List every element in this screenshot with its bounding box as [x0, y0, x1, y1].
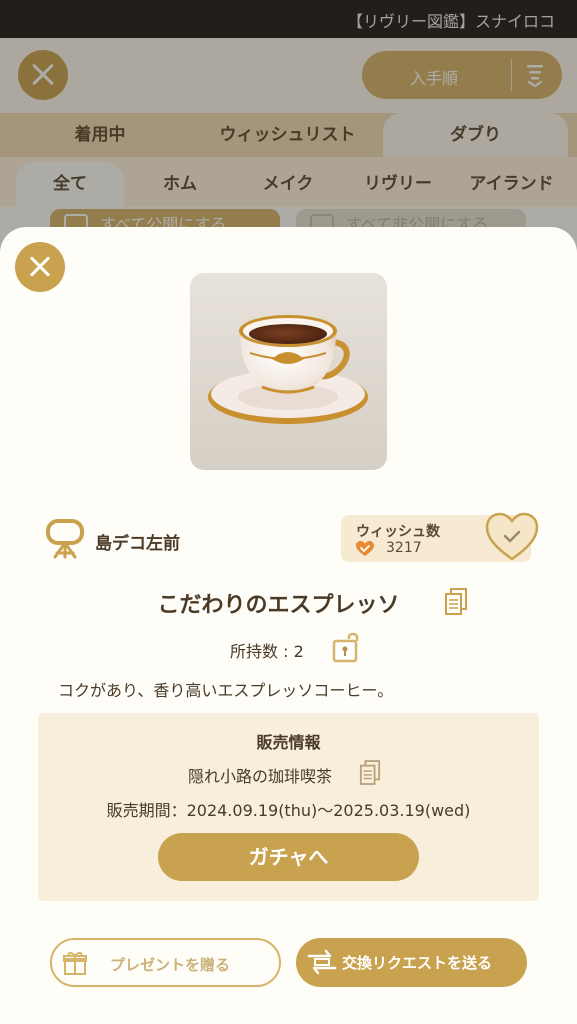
- copy-icon[interactable]: [359, 760, 381, 786]
- send-exchange-request-label: 交換リクエストを送る: [342, 954, 493, 972]
- espresso-cup-image: [208, 315, 368, 424]
- sale-info-title: 販売情報: [256, 733, 321, 752]
- owned-count: 所持数 : 2: [230, 642, 304, 661]
- go-to-gacha-button[interactable]: ガチャへ: [158, 833, 419, 881]
- category-label: 島デコ左前: [95, 534, 180, 554]
- item-name: こだわりのエスプレッソ: [0, 587, 577, 619]
- wish-count: 3217: [386, 540, 422, 556]
- heart-check-icon: [356, 541, 374, 556]
- send-present-label: プレゼントを贈る: [110, 956, 231, 974]
- shop-name: 隠れ小路の珈琲喫茶: [188, 767, 333, 786]
- close-button[interactable]: [15, 242, 65, 292]
- wishlist-heart-button[interactable]: [484, 512, 540, 562]
- item-image: [190, 273, 387, 470]
- copy-icon[interactable]: [444, 588, 468, 616]
- island-deco-icon: [46, 519, 84, 559]
- sale-info-box: 販売情報 隠れ小路の珈琲喫茶 販売期間：2024.09.19(thu)〜2025…: [38, 713, 539, 901]
- send-exchange-request-button[interactable]: 交換リクエストを送る: [296, 938, 527, 987]
- item-description: コクがあり、香り高いエスプレッソコーヒー。: [58, 681, 394, 700]
- gift-icon: [63, 952, 87, 975]
- item-name-text: こだわりのエスプレッソ: [157, 593, 400, 618]
- exchange-icon: [307, 949, 337, 975]
- send-present-button[interactable]: プレゼントを贈る: [50, 938, 281, 987]
- unlock-icon[interactable]: [330, 631, 364, 665]
- wish-title: ウィッシュ数: [356, 524, 440, 540]
- item-detail-modal: 島デコ左前 ウィッシュ数 3217 こだわりのエスプレッソ 所持数 : 2 コク…: [0, 227, 577, 1024]
- sale-period: 販売期間：2024.09.19(thu)〜2025.03.19(wed): [106, 801, 471, 820]
